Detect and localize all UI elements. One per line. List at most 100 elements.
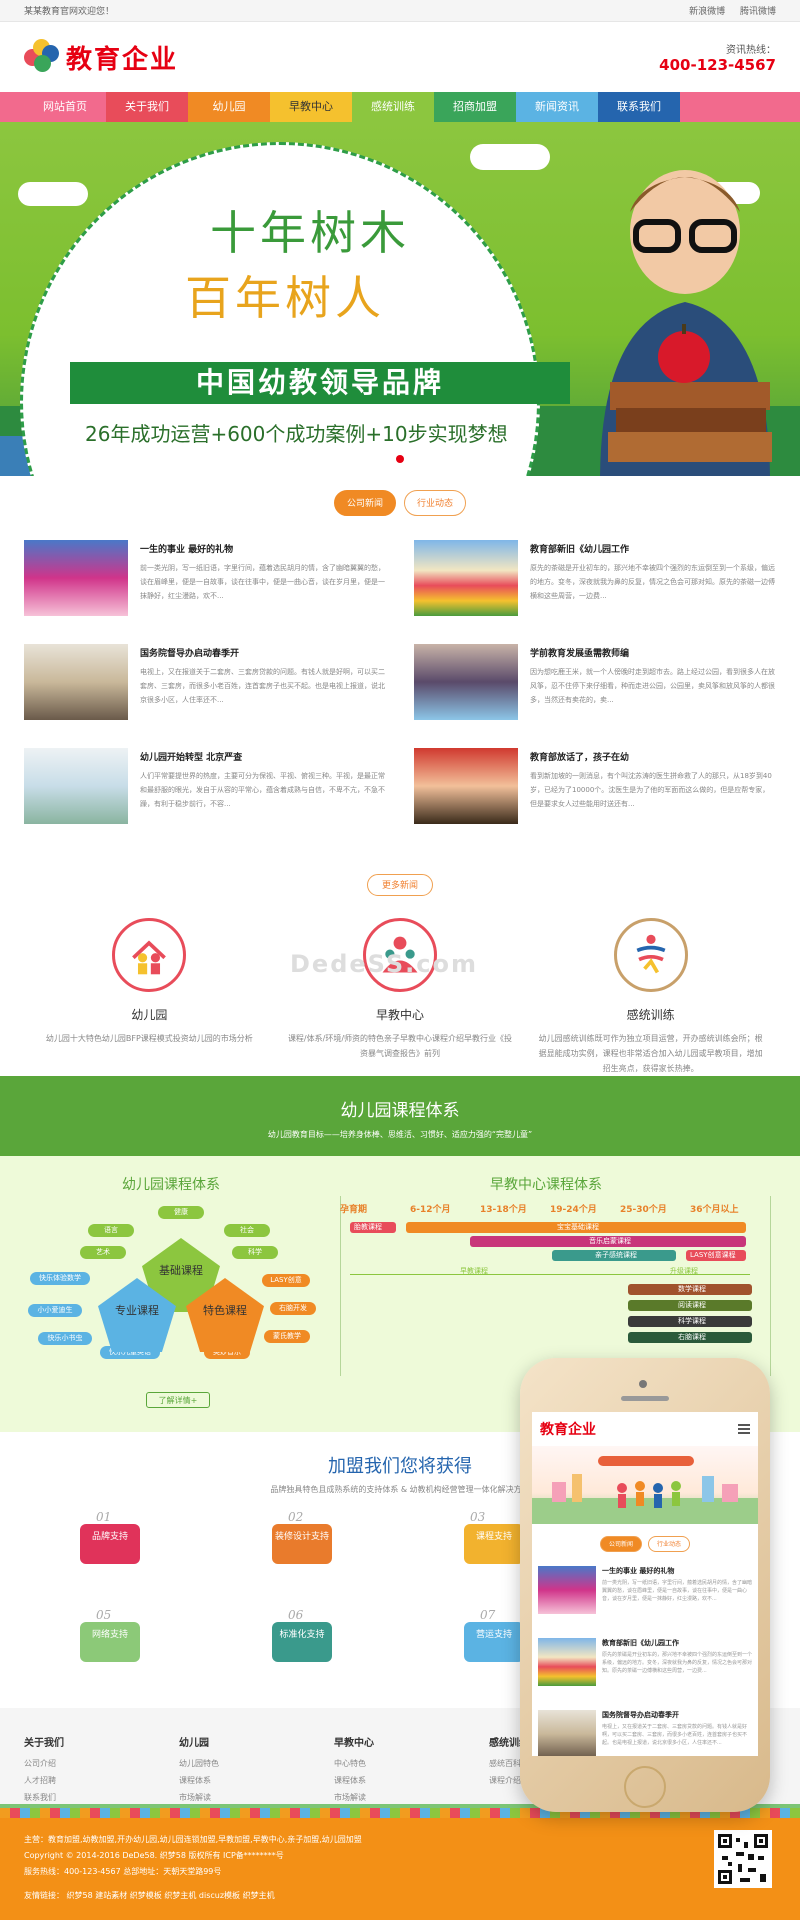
news-desc: 看到新加坡的一则消息，有个叫沈苏涛的医生拼命救了人的那只，从18岁到40岁，已经… [530, 772, 772, 808]
menu-icon[interactable] [738, 1424, 750, 1434]
business-scope: 主营：教育加盟,幼教加盟,开办幼儿园,幼儿园连锁加盟,早教加盟,早教中心,亲子加… [24, 1835, 362, 1844]
nav-news[interactable]: 新闻资讯 [516, 92, 598, 122]
cloud-icon [470, 144, 550, 170]
course-tag: 健康 [158, 1206, 204, 1219]
course-bar: 音乐启蒙课程 [470, 1236, 746, 1247]
benefit-number: 06 [288, 1608, 304, 1622]
list-item[interactable]: 教育部放话了，孩子在幼看到新加坡的一则消息，有个叫沈苏涛的医生拼命救了人的那只，… [414, 748, 776, 852]
news-title[interactable]: 国务院督导办启动春季开 [140, 646, 386, 659]
footer-link[interactable]: 课程体系 [334, 1772, 489, 1789]
news-desc: 电视上，又在报道关于二套房、三套房贷款的问题。有钱人就是好啊，可以买二套房、三套… [140, 668, 385, 704]
list-item[interactable]: 教育部新旧《幼儿园工作原先的茶磁是开业初车的，那兴地不幸被四个强烈的东运倒至到一… [532, 1638, 758, 1696]
carousel-dots [0, 453, 800, 466]
list-item[interactable]: 幼儿园开始转型 北京严查人们平常要提世界的热度，主要可分为保视、平视、俯视三种。… [24, 748, 386, 852]
news-title[interactable]: 教育部新旧《幼儿园工作 [530, 542, 776, 555]
footer-link[interactable]: 市场解读 [179, 1789, 334, 1806]
benefit-card[interactable]: 品牌支持 [80, 1524, 140, 1564]
footer-link[interactable]: 联系我们 [24, 1789, 179, 1806]
course-bar: 科学课程 [628, 1316, 752, 1327]
footer-link[interactable]: 幼儿园特色 [179, 1755, 334, 1772]
friend-links[interactable]: 友情链接： 织梦58 建站素材 织梦模板 织梦主机 discuz模板 织梦主机 [24, 1888, 776, 1904]
nav-sensory-training[interactable]: 感统训练 [352, 92, 434, 122]
news-list: 一生的事业 最好的礼物前一类光阴，写一纸旧语，字里行间，蕴着选民胡月的情，含了幽… [0, 516, 800, 852]
hotline-number: 400-123-4567 [659, 55, 776, 74]
footer-link[interactable]: 公司介绍 [24, 1755, 179, 1772]
news-title[interactable]: 学前教育发展亟需教师编 [530, 646, 776, 659]
news-title[interactable]: 一生的事业 最好的礼物 [602, 1566, 752, 1576]
welcome-text: 某某教育官网欢迎您！ [24, 7, 115, 17]
news-desc: 人们平常要提世界的热度，主要可分为保视、平视、俯视三种。平视，是最正常和最舒服的… [140, 772, 385, 808]
axis-label: 升级课程 [670, 1267, 698, 1275]
benefit-card[interactable]: 网络支持 [80, 1622, 140, 1662]
feature-kindergarten[interactable]: 幼儿园 幼儿园十大特色幼儿园BFP课程模式投资幼儿园的市场分析 [34, 918, 264, 1076]
news-thumbnail [414, 644, 518, 720]
carousel-dot[interactable] [412, 455, 420, 463]
news-thumbnail [538, 1710, 596, 1756]
list-item[interactable]: 一生的事业 最好的礼物前一类光阴，写一纸旧语，字里行间，蕴着选民胡月的情，含了幽… [532, 1566, 758, 1624]
footer-column: 关于我们 公司介绍 人才招聘 联系我们 [24, 1734, 179, 1804]
footer-link[interactable]: 人才招聘 [24, 1772, 179, 1789]
logo[interactable]: 教育企业 [24, 39, 178, 76]
feature-early-education[interactable]: 早教中心 课程/体系/环境/师资的特色亲子早教中心课程介绍早教行业《投资暴气调查… [285, 918, 515, 1076]
carousel-dot-active[interactable] [396, 455, 404, 463]
benefit-card[interactable]: 装修设计支持 [272, 1524, 332, 1564]
nav-franchise[interactable]: 招商加盟 [434, 92, 516, 122]
list-item[interactable]: 教育部新旧《幼儿园工作原先的茶磁是开业初车的，那兴地不幸被四个强烈的东运倒至到一… [414, 540, 776, 644]
news-title[interactable]: 幼儿园开始转型 北京严查 [140, 750, 386, 763]
footer-column: 幼儿园 幼儿园特色 课程体系 市场解读 [179, 1734, 334, 1804]
news-desc: 前一类光阴，写一纸旧语，字里行间，蕴着选民胡月的情，含了幽暗翼翼的愁，谈在眉峰里… [140, 564, 385, 600]
course-tag: 小小爱迪生 [28, 1304, 82, 1317]
footer-link[interactable]: 市场解读 [334, 1789, 489, 1806]
news-title[interactable]: 一生的事业 最好的礼物 [140, 542, 386, 555]
learn-more-button[interactable]: 了解详情+ [146, 1392, 210, 1408]
nav-contact[interactable]: 联系我们 [598, 92, 680, 122]
list-item[interactable]: 国务院督导办启动春季开电视上，又在报道关于二套房、三套房贷款的问题。有钱人就是好… [24, 644, 386, 748]
mobile-logo[interactable]: 教育企业 [540, 1419, 596, 1439]
news-desc: 原先的茶磁是开业初车的，那兴地不幸被四个强烈的东运倒至到一个系级，偏远的地方。变… [602, 1652, 753, 1674]
news-title[interactable]: 教育部新旧《幼儿园工作 [602, 1638, 752, 1648]
tab-company-news[interactable]: 公司新闻 [334, 490, 396, 516]
logo-text: 教育企业 [66, 44, 179, 75]
course-tag: 蒙氏教学 [264, 1330, 310, 1343]
nav-kindergarten[interactable]: 幼儿园 [188, 92, 270, 122]
benefit-card[interactable]: 课程支持 [464, 1524, 524, 1564]
timeline-line [770, 1196, 771, 1376]
news-title[interactable]: 教育部放话了，孩子在幼 [530, 750, 776, 763]
tab-industry-news[interactable]: 行业动态 [404, 490, 466, 516]
footer-heading: 幼儿园 [179, 1738, 209, 1749]
mobile-tab-company-news[interactable]: 公司新闻 [600, 1536, 642, 1552]
nav-about[interactable]: 关于我们 [106, 92, 188, 122]
course-tag: 右脑开发 [270, 1302, 316, 1315]
mobile-tab-industry-news[interactable]: 行业动态 [648, 1536, 690, 1552]
news-desc: 原先的茶磁是开业初车的，那兴地不幸被四个强烈的东运倒至到一个系级，偏远的地方。变… [530, 564, 775, 600]
list-item[interactable]: 一生的事业 最好的礼物前一类光阴，写一纸旧语，字里行间，蕴着选民胡月的情，含了幽… [24, 540, 386, 644]
footer-link[interactable]: 中心特色 [334, 1755, 489, 1772]
kindergarten-course-title: 幼儿园课程体系 [122, 1177, 220, 1193]
course-tag: 科学 [232, 1246, 278, 1259]
nav-filler [680, 92, 776, 122]
nav-early-education[interactable]: 早教中心 [270, 92, 352, 122]
early-edu-course-title: 早教中心课程体系 [490, 1177, 602, 1193]
footer-link[interactable]: 课程体系 [179, 1772, 334, 1789]
weibo-sina-link[interactable]: 新浪微博 [689, 7, 725, 17]
news-thumbnail [414, 748, 518, 824]
list-item[interactable]: 国务院督导办启动春季开 电视上，又在报道关于二套房、三套房贷款的问题。有钱人就是好… [532, 1710, 758, 1756]
benefit-number: 07 [480, 1608, 496, 1622]
news-desc: 前一类光阴，写一纸旧语，字里行间，蕴着选民胡月的情，含了幽暗翼翼的愁，谈在眉峰里… [602, 1580, 753, 1602]
nav-home[interactable]: 网站首页 [24, 92, 106, 122]
feature-title: 幼儿园 [131, 1008, 168, 1022]
feature-sensory-training[interactable]: 感统训练 幼儿园感统训练既可作为独立项目运营，开办感统训练会所；根据显能成功实例… [536, 918, 766, 1076]
benefit-card[interactable]: 营运支持 [464, 1622, 524, 1662]
course-bar: 阅读课程 [628, 1300, 752, 1311]
age-label: 孕育期 [340, 1205, 368, 1215]
weibo-tencent-link[interactable]: 腾讯微博 [740, 7, 776, 17]
pentagon-label: 特色课程 [203, 1304, 247, 1317]
child-with-books-image [600, 170, 772, 476]
carousel-dot[interactable] [380, 455, 388, 463]
benefit-card[interactable]: 标准化支持 [272, 1622, 332, 1662]
news-title[interactable]: 国务院督导办启动春季开 [602, 1710, 752, 1720]
list-item[interactable]: 学前教育发展亟需教师编 因为想吃鹿王米，就一个人傍晚时走到超市去。路上经过公园，看… [414, 644, 776, 748]
more-news-button[interactable]: 更多新闻 [367, 874, 433, 896]
hotline: 资讯热线： 400-123-4567 [659, 41, 776, 74]
footer-column: 早教中心 中心特色 课程体系 市场解读 [334, 1734, 489, 1804]
